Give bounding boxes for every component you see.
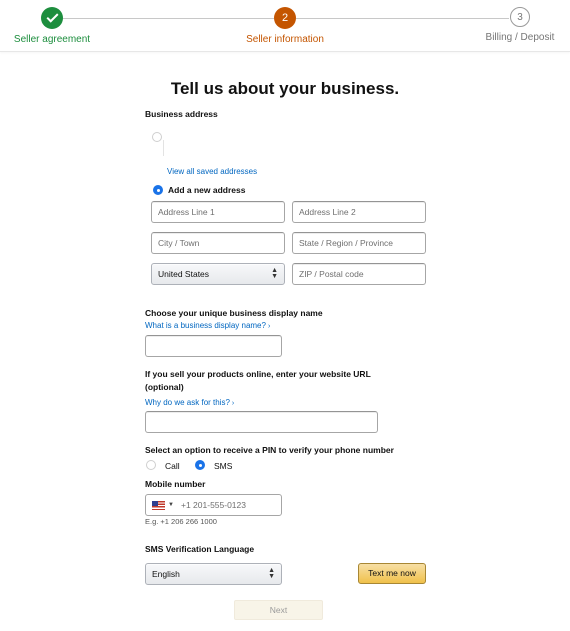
display-name-label: Choose your unique business display name xyxy=(145,308,323,318)
mobile-number-input[interactable] xyxy=(181,500,281,510)
zip-input[interactable] xyxy=(292,263,426,285)
sms-language-label: SMS Verification Language xyxy=(145,544,255,554)
mobile-example: E.g. +1 206 266 1000 xyxy=(145,517,217,526)
select-arrows-icon: ▲ ▼ xyxy=(271,267,278,280)
country-select[interactable]: United States ▲ ▼ xyxy=(151,263,285,285)
step-label: Seller information xyxy=(246,34,324,45)
chevron-down-icon[interactable]: ▼ xyxy=(168,502,174,508)
text-me-now-button[interactable]: Text me now xyxy=(358,563,426,584)
country-value: United States xyxy=(158,269,210,279)
step-label: Billing / Deposit xyxy=(485,32,555,43)
sms-language-select[interactable]: English ▲ ▼ xyxy=(145,563,282,585)
city-input[interactable] xyxy=(151,232,285,254)
view-saved-addresses-link[interactable]: View all saved addresses xyxy=(167,167,257,176)
sms-language-value: English xyxy=(152,569,180,579)
mobile-number-label: Mobile number xyxy=(145,479,206,489)
website-help-link[interactable]: Why do we ask for this? › xyxy=(145,398,234,407)
next-button[interactable]: Next xyxy=(234,600,323,620)
step-billing-deposit: 3 Billing / Deposit xyxy=(465,7,570,43)
select-arrows-icon: ▲ ▼ xyxy=(268,567,275,580)
pin-option-label: Select an option to receive a PIN to ver… xyxy=(145,445,394,455)
new-address-label: Add a new address xyxy=(168,185,246,195)
website-label: If you sell your products online, enter … xyxy=(145,369,371,379)
display-name-help-link[interactable]: What is a business display name? › xyxy=(145,321,270,330)
progress-stepper: Seller agreement 2 Seller information 3 … xyxy=(0,0,570,52)
step-seller-information: 2 Seller information xyxy=(230,7,340,45)
us-flag-icon[interactable] xyxy=(152,500,166,510)
page-title: Tell us about your business. xyxy=(170,79,400,98)
address-line1-input[interactable] xyxy=(151,201,285,223)
state-input[interactable] xyxy=(292,232,426,254)
saved-address-radio[interactable] xyxy=(152,132,162,142)
sms-option-label: SMS xyxy=(214,461,233,471)
step-seller-agreement: Seller agreement xyxy=(0,7,107,45)
new-address-radio[interactable] xyxy=(153,185,163,195)
mobile-number-field[interactable]: ▼ xyxy=(145,494,282,516)
website-label-optional: (optional) xyxy=(145,382,184,392)
call-radio[interactable] xyxy=(146,460,156,470)
call-option-label: Call xyxy=(165,461,180,471)
step-number: 2 xyxy=(274,7,296,29)
step-label: Seller agreement xyxy=(13,34,91,45)
address-line2-input[interactable] xyxy=(292,201,426,223)
business-address-label: Business address xyxy=(145,109,218,119)
step-number: 3 xyxy=(510,7,530,27)
sms-radio[interactable] xyxy=(195,460,205,470)
check-icon xyxy=(41,7,63,29)
display-name-input[interactable] xyxy=(145,335,282,357)
saved-address-divider xyxy=(163,140,164,156)
website-url-input[interactable] xyxy=(145,411,378,433)
